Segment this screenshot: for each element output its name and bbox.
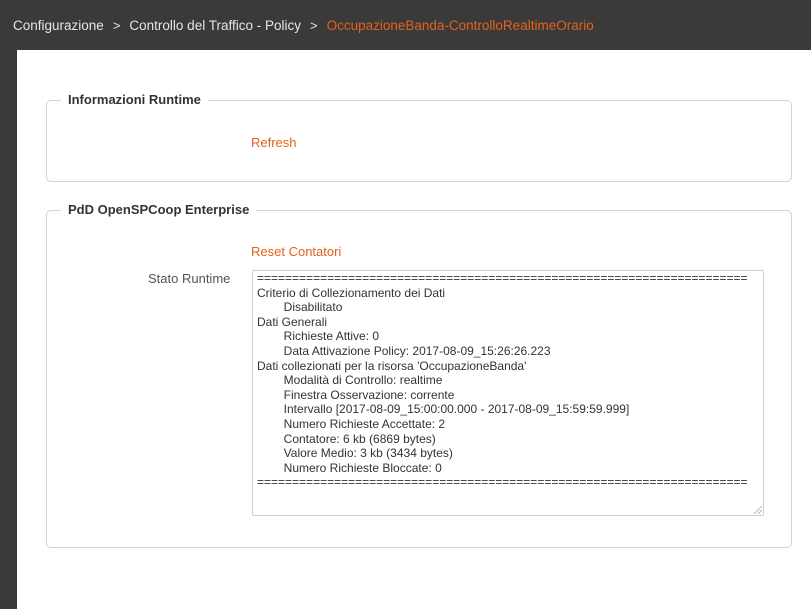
runtime-info-fieldset: Informazioni Runtime Refresh xyxy=(46,92,792,182)
pdd-fieldset: PdD OpenSPCoop Enterprise Reset Contator… xyxy=(46,202,792,548)
breadcrumb-current: OccupazioneBanda-ControlloRealtimeOrario xyxy=(326,17,594,33)
stato-runtime-label: Stato Runtime xyxy=(148,271,231,286)
resize-grip-icon[interactable] xyxy=(754,506,762,514)
pdd-legend: PdD OpenSPCoop Enterprise xyxy=(61,202,257,217)
breadcrumb: Configurazione > Controllo del Traffico … xyxy=(0,0,811,50)
breadcrumb-item-configurazione[interactable]: Configurazione xyxy=(13,18,104,33)
reset-contatori-link[interactable]: Reset Contatori xyxy=(251,244,341,259)
runtime-info-legend: Informazioni Runtime xyxy=(61,92,208,107)
stato-runtime-textarea[interactable]: ========================================… xyxy=(252,270,764,516)
refresh-link[interactable]: Refresh xyxy=(251,135,297,150)
left-sidebar-strip xyxy=(0,50,17,609)
breadcrumb-separator-icon: > xyxy=(309,17,318,33)
breadcrumb-item-controllo-traffico[interactable]: Controllo del Traffico - Policy xyxy=(129,18,301,33)
breadcrumb-separator-icon: > xyxy=(112,17,121,33)
